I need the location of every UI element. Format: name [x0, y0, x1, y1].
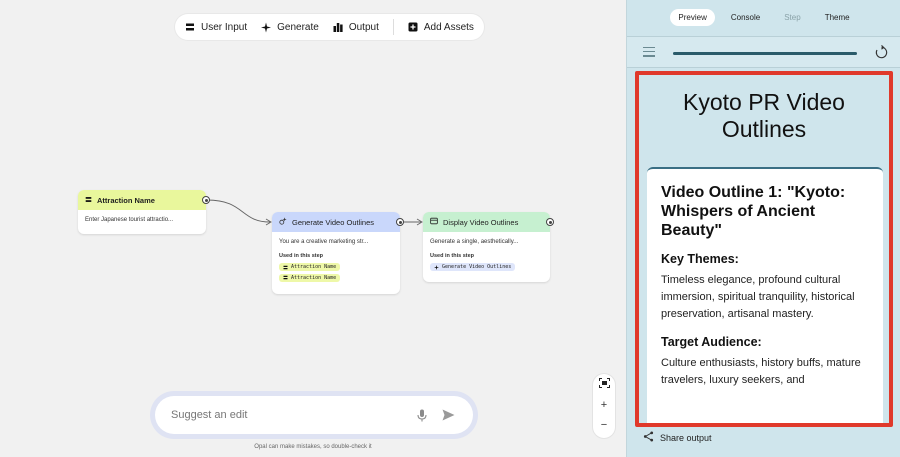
node-title: Attraction Name	[97, 195, 155, 205]
user-input-icon	[85, 196, 92, 205]
generate-button[interactable]: Generate	[261, 22, 319, 33]
sparkle-icon	[261, 22, 272, 32]
zoom-out-button[interactable]: −	[601, 419, 607, 431]
key-themes-text: Timeless elegance, profound cultural imm…	[661, 274, 855, 320]
node-title: Generate Video Outlines	[292, 217, 374, 227]
disclaimer-text: Opal can make mistakes, so double-check …	[254, 444, 372, 450]
add-assets-label: Add Assets	[423, 21, 474, 33]
node-display-video-outlines[interactable]: Display Video Outlines Generate a single…	[423, 212, 554, 282]
node-header: Generate Video Outlines	[272, 212, 404, 232]
node-toolbar: User Input Generate Output Add Assets	[175, 14, 484, 40]
user-input-button[interactable]: User Input	[185, 22, 247, 33]
generate-label: Generate	[277, 21, 319, 33]
target-audience-text: Culture enthusiasts, history buffs, matu…	[661, 357, 861, 386]
tab-console[interactable]: Console	[723, 9, 768, 26]
output-button[interactable]: Output	[333, 22, 379, 33]
output-label: Output	[348, 21, 379, 33]
node-prompt-preview: Generate a single, aesthetically...	[430, 239, 519, 245]
tab-step[interactable]: Step	[776, 9, 808, 26]
user-input-label: User Input	[201, 21, 248, 33]
output-panel: Preview Console Step Theme Kyoto PR Vide…	[626, 0, 900, 457]
suggest-edit-box	[150, 391, 478, 439]
output-icon	[333, 22, 343, 32]
node-body: Generate a single, aesthetically... Used…	[423, 232, 550, 279]
edge-attraction-to-generate	[206, 199, 271, 223]
chip-attraction-name[interactable]: Attraction Name	[279, 263, 341, 271]
flow-canvas[interactable]: User Input Generate Output Add Assets At…	[0, 0, 626, 457]
node-title: Display Video Outlines	[443, 217, 519, 227]
node-header: Display Video Outlines	[423, 212, 554, 232]
generate-icon	[279, 217, 287, 227]
chip-label: Attraction Name	[291, 264, 337, 270]
run-progress-bar	[673, 52, 857, 55]
suggest-edit-input[interactable]	[171, 409, 405, 421]
panel-tabs: Preview Console Step Theme	[627, 9, 900, 26]
restart-icon[interactable]	[873, 45, 889, 61]
share-output-button[interactable]: Share output	[643, 431, 712, 444]
preview-topbar	[627, 36, 900, 68]
zoom-in-button[interactable]: +	[601, 399, 607, 411]
user-input-icon	[283, 275, 288, 280]
sparkle-icon	[434, 264, 439, 270]
toolbar-divider	[392, 19, 394, 35]
node-generate-video-outlines[interactable]: Generate Video Outlines You are a creati…	[272, 212, 404, 294]
tab-theme[interactable]: Theme	[817, 9, 858, 26]
user-input-icon	[185, 22, 195, 32]
chip-label: Generate Video Outlines	[442, 264, 512, 270]
output-port[interactable]	[396, 218, 404, 226]
outline-card: Video Outline 1: "Kyoto: Whispers of Anc…	[647, 167, 883, 423]
menu-icon[interactable]	[643, 47, 655, 57]
chip-label: Attraction Name	[291, 274, 337, 281]
node-body: Enter Japanese tourist attractio...	[85, 217, 174, 223]
node-attraction-name[interactable]: Attraction Name Enter Japanese tourist a…	[78, 190, 210, 234]
preview-output-highlighted: Kyoto PR Video Outlines Video Outline 1:…	[635, 71, 893, 427]
preview-title: Kyoto PR Video Outlines	[683, 89, 845, 142]
output-port[interactable]	[546, 218, 554, 226]
tab-preview[interactable]: Preview	[670, 9, 715, 26]
display-icon	[430, 217, 438, 227]
key-themes-label: Key Themes:	[661, 252, 739, 266]
target-audience-label: Target Audience:	[661, 335, 762, 349]
chip-generate-video-outlines[interactable]: Generate Video Outlines	[430, 263, 516, 271]
zoom-controls: + −	[593, 374, 615, 438]
add-assets-icon	[408, 22, 418, 32]
fit-screen-icon[interactable]	[598, 378, 610, 391]
outline-heading: Video Outline 1: "Kyoto: Whispers of Anc…	[661, 184, 846, 239]
user-input-icon	[283, 265, 288, 269]
node-header: Attraction Name	[78, 190, 210, 210]
add-assets-button[interactable]: Add Assets	[408, 22, 474, 33]
share-output-label: Share output	[660, 432, 712, 443]
microphone-icon[interactable]	[413, 406, 431, 424]
suggest-edit-inner	[155, 396, 473, 434]
output-port[interactable]	[202, 196, 210, 204]
send-icon[interactable]	[439, 406, 457, 424]
share-icon	[643, 431, 654, 444]
chip-attraction-name[interactable]: Attraction Name	[279, 273, 341, 282]
node-body: You are a creative marketing str... Used…	[272, 232, 400, 289]
run-progress-fill	[673, 52, 857, 55]
node-prompt-preview: You are a creative marketing str...	[279, 239, 369, 245]
